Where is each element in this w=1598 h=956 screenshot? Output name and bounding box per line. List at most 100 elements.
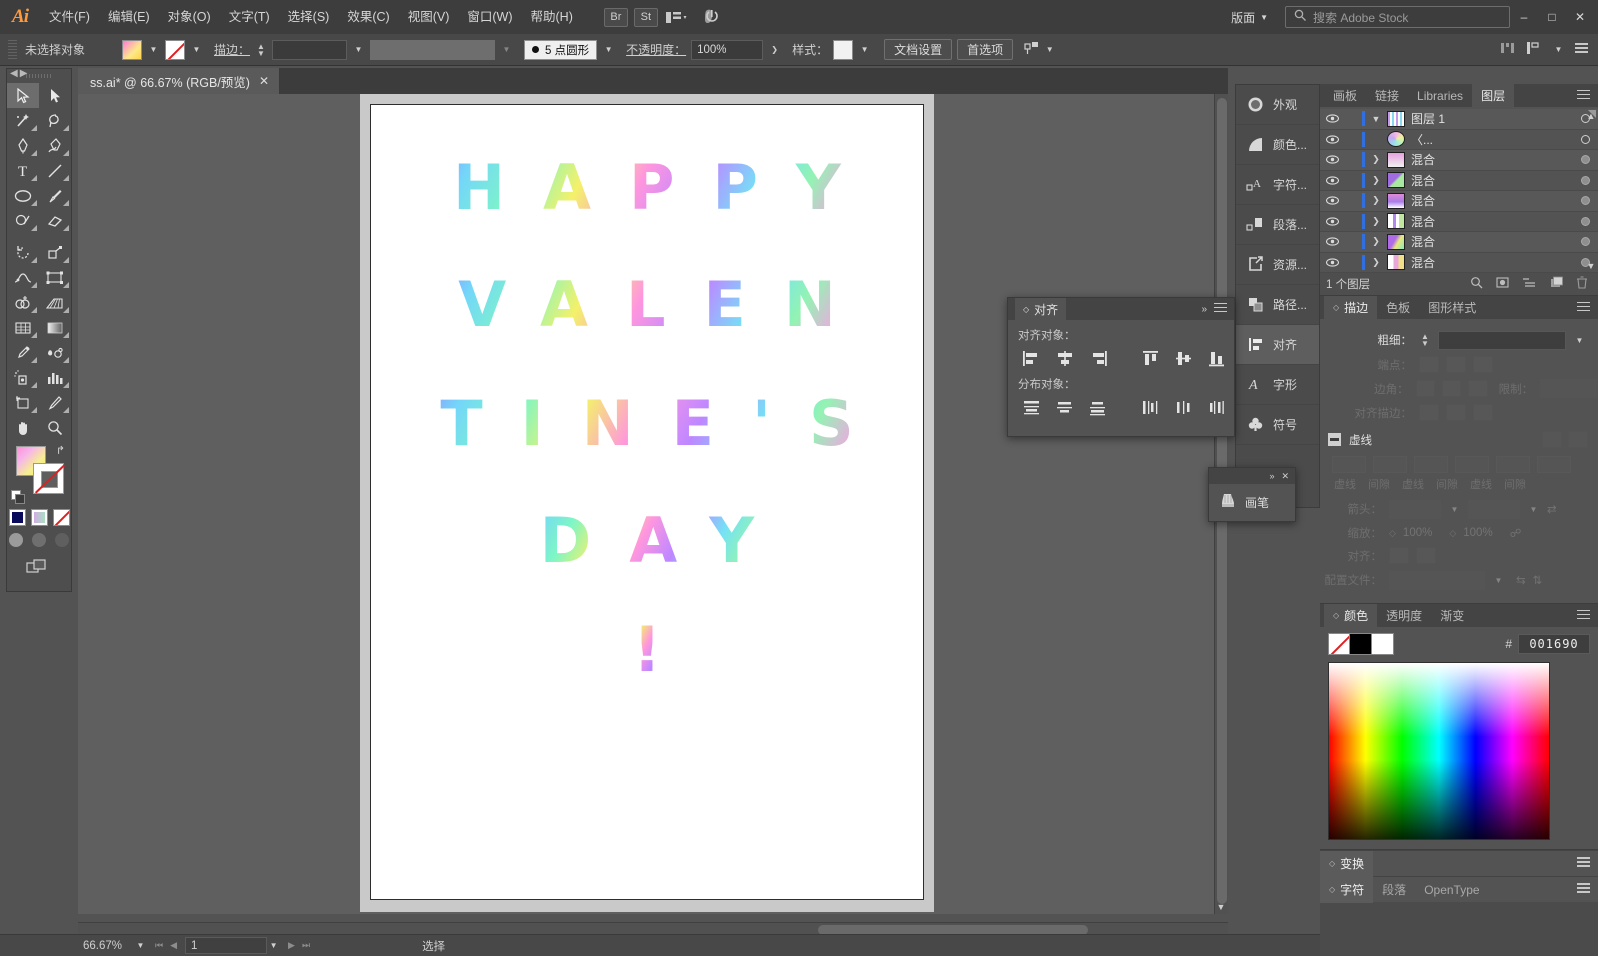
eye-icon[interactable] — [1320, 114, 1344, 123]
layer-name[interactable]: 混合 — [1411, 233, 1572, 250]
swap-fill-stroke-icon[interactable]: ↱ — [56, 444, 65, 457]
align-horizontal-center-button[interactable] — [1051, 347, 1079, 369]
type-tool[interactable]: T — [7, 158, 39, 183]
style-chevron-icon[interactable]: ▼ — [858, 40, 871, 60]
zoom-tool[interactable] — [39, 415, 71, 440]
layers-list[interactable]: ▼ 图层 1 〈... ❯ 混合 ❯ 混合 ❯ 混合 ❯ 混合 ❯ 混合 ❯ 混… — [1320, 107, 1598, 273]
artboard-tool[interactable] — [7, 390, 39, 415]
bridge-button[interactable]: Br — [603, 7, 628, 27]
eraser-tool[interactable] — [39, 208, 71, 233]
eye-icon[interactable] — [1320, 258, 1344, 267]
tab-libraries[interactable]: Libraries — [1408, 84, 1472, 107]
align-panel-tab[interactable]: ◇ 对齐 — [1015, 298, 1067, 320]
table-row[interactable]: ▼ 图层 1 — [1320, 109, 1598, 130]
scroll-down-icon[interactable]: ▼ — [1215, 902, 1227, 912]
white-swatch[interactable] — [1372, 633, 1394, 655]
align-mini-icon[interactable] — [1500, 41, 1516, 58]
select-similar-chevron-icon[interactable]: ▼ — [1043, 40, 1056, 60]
menu-view[interactable]: 视图(V) — [399, 0, 459, 34]
arrowhead-start-chevron-icon[interactable]: ▼ — [1448, 499, 1461, 519]
make-clipping-mask-icon[interactable] — [1496, 276, 1509, 292]
dash-field-3[interactable] — [1496, 456, 1530, 473]
menu-type[interactable]: 文字(T) — [220, 0, 279, 34]
scale-start-stepper-icon[interactable]: ◇ — [1389, 528, 1396, 539]
align-stroke-center-button[interactable] — [1419, 404, 1439, 421]
tab-scroll-arrows[interactable]: ◀ ▶ — [10, 68, 27, 79]
dock-item-asset-export[interactable]: 资源... — [1236, 245, 1319, 285]
zoom-level-field[interactable]: 66.67% — [78, 938, 134, 954]
artboard[interactable]: HAPPY VALEN TINE'S DAY ! — [370, 104, 924, 900]
chevron-right-icon[interactable]: ❯ — [1365, 236, 1387, 247]
gradient-mode-button[interactable] — [30, 509, 48, 526]
cap-butt-button[interactable] — [1419, 356, 1439, 373]
direct-selection-tool[interactable] — [39, 83, 71, 108]
corner-round-button[interactable] — [1441, 380, 1462, 397]
menu-object[interactable]: 对象(O) — [159, 0, 220, 34]
scale-start-value[interactable]: 100% — [1403, 527, 1432, 539]
distribute-right-button[interactable] — [1203, 396, 1231, 418]
menu-file[interactable]: 文件(F) — [40, 0, 99, 34]
tab-layers[interactable]: 图层 — [1472, 84, 1515, 107]
layer-name[interactable]: 混合 — [1411, 254, 1572, 271]
dock-item-character-styles[interactable]: A 字符... — [1236, 165, 1319, 205]
minimize-button[interactable]: – — [1510, 0, 1538, 34]
distribute-vertical-center-button[interactable] — [1051, 396, 1079, 418]
stroke-weight-chevron-icon-2[interactable]: ▼ — [1573, 330, 1586, 350]
layer-name[interactable]: 混合 — [1411, 213, 1572, 230]
width-tool[interactable] — [7, 265, 39, 290]
menu-window[interactable]: 窗口(W) — [458, 0, 521, 34]
zoom-chevron-icon[interactable]: ▼ — [134, 936, 147, 956]
dock-item-paragraph-styles[interactable]: 段落... — [1236, 205, 1319, 245]
last-artboard-icon[interactable]: ⏭ — [302, 940, 310, 951]
perspective-grid-tool[interactable] — [39, 290, 71, 315]
arrowhead-end-chevron-icon[interactable]: ▼ — [1527, 499, 1540, 519]
stroke-panel-menu-icon[interactable] — [1577, 299, 1598, 316]
default-fill-stroke-icon[interactable] — [11, 490, 25, 504]
paintbrush-tool[interactable] — [39, 183, 71, 208]
profile-chevron-icon[interactable]: ▼ — [1492, 570, 1505, 590]
character-panel-menu-icon[interactable] — [1577, 881, 1598, 899]
stroke-weight-stepper[interactable]: ▲ ▼ — [255, 42, 267, 57]
eye-icon[interactable] — [1320, 176, 1344, 185]
rotate-tool[interactable] — [7, 240, 39, 265]
draw-behind-button[interactable] — [32, 533, 46, 547]
layer-name[interactable]: 〈... — [1411, 131, 1572, 148]
brush-definition-field[interactable]: 5 点圆形 — [524, 39, 598, 60]
dash-preserve-exact-button[interactable] — [1542, 431, 1562, 448]
align-stroke-inside-button[interactable] — [1446, 404, 1466, 421]
create-new-layer-icon[interactable] — [1550, 276, 1563, 292]
eye-icon[interactable] — [1320, 135, 1344, 144]
align-right-button[interactable] — [1084, 347, 1112, 369]
tab-opentype[interactable]: OpenType — [1415, 877, 1488, 903]
tab-scroll-right-icon[interactable]: ▶ — [20, 68, 28, 79]
locate-object-icon[interactable] — [1470, 276, 1483, 292]
scale-end-stepper-icon[interactable]: ◇ — [1449, 528, 1456, 539]
link-scales-icon[interactable]: ☍ — [1510, 526, 1522, 540]
dash-adjust-button[interactable] — [1568, 431, 1588, 448]
miter-limit-input[interactable] — [1540, 379, 1598, 398]
eye-icon[interactable] — [1320, 155, 1344, 164]
align-bottom-button[interactable] — [1203, 347, 1231, 369]
layers-resize-handle[interactable] — [1588, 110, 1596, 118]
stroke-swatch[interactable] — [165, 39, 185, 60]
align-top-button[interactable] — [1137, 347, 1165, 369]
artboard-nav-first[interactable]: ⏮ ◀ — [155, 940, 177, 951]
close-button[interactable]: ✕ — [1566, 0, 1594, 34]
extend-arrow-beyond-end-button[interactable] — [1389, 547, 1409, 564]
draw-inside-button[interactable] — [55, 533, 69, 547]
tab-artboards[interactable]: 画板 — [1324, 84, 1366, 107]
corner-miter-button[interactable] — [1415, 380, 1435, 397]
artboard-nav-last[interactable]: ▶ ⏭ — [288, 940, 310, 951]
cap-round-button[interactable] — [1446, 356, 1466, 373]
profile-select[interactable] — [1389, 570, 1485, 590]
chevron-right-icon[interactable]: ❯ — [1365, 195, 1387, 206]
dock-item-appearance[interactable]: 外观 — [1236, 85, 1319, 125]
table-row[interactable]: ❯ 混合 — [1320, 253, 1598, 273]
curvature-tool[interactable] — [39, 133, 71, 158]
pen-tool[interactable] — [7, 133, 39, 158]
menu-effect[interactable]: 效果(C) — [338, 0, 398, 34]
layer-name[interactable]: 混合 — [1411, 151, 1572, 168]
color-spectrum[interactable] — [1328, 662, 1550, 840]
brushes-close-icon[interactable]: ✕ — [1281, 471, 1289, 482]
dashed-line-checkbox[interactable] — [1328, 433, 1341, 446]
